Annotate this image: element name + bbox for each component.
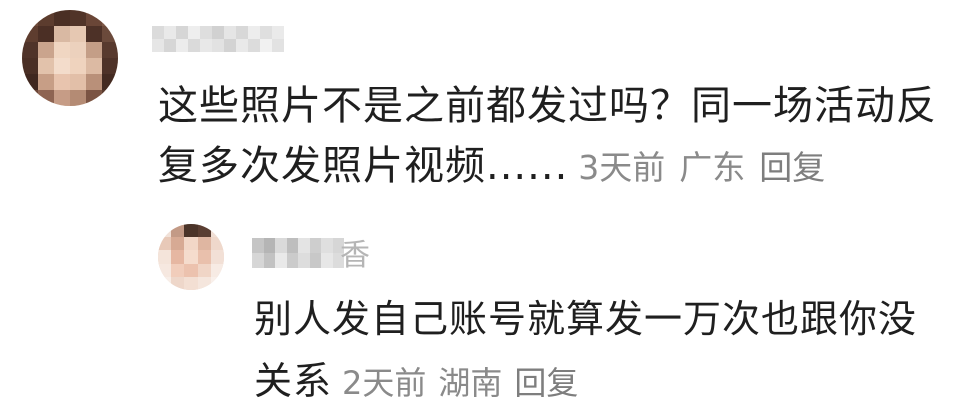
reply-location: 湖南	[438, 364, 503, 402]
comment-location: 广东	[679, 148, 746, 187]
comment-time: 3天前	[578, 148, 666, 187]
reply-text: 别人发自己账号就算发一万次也跟你没 关系 2天前 湖南 回复	[254, 288, 944, 414]
reply-button[interactable]: 回复	[514, 364, 578, 402]
avatar[interactable]	[22, 10, 118, 106]
reply-time: 2天前	[342, 364, 427, 402]
username-visible-char: 香	[340, 238, 370, 273]
comment-text-line: 复多次发照片视频...... 3天前 广东 回复	[158, 136, 938, 198]
reply-text-line: 别人发自己账号就算发一万次也跟你没	[254, 297, 918, 341]
username-blurred[interactable]	[252, 238, 344, 268]
avatar[interactable]	[158, 224, 224, 290]
reply-item: 香 别人发自己账号就算发一万次也跟你没 关系 2天前 湖南 回复	[0, 210, 960, 403]
reply-text-line: 关系 2天前 湖南 回复	[254, 350, 944, 414]
comment-text-line-2: 复多次发照片视频......	[158, 143, 569, 189]
comment-text: 这些照片不是之前都发过吗？同一场活动反 复多次发照片视频...... 3天前 广东回…	[158, 76, 938, 198]
comment-meta: 3天前 广东 回复	[578, 148, 839, 187]
comment-item: 这些照片不是之前都发过吗？同一场活动反 复多次发照片视频...... 3天前 广东回…	[0, 0, 960, 200]
comment-text-line: 这些照片不是之前都发过吗？同一场活动反	[158, 83, 937, 129]
reply-text-line-2: 关系	[254, 359, 333, 403]
reply-meta: 2天前 湖南 回复	[342, 364, 590, 402]
username-blurred[interactable]	[152, 26, 284, 52]
reply-button[interactable]: 回复	[759, 148, 825, 187]
